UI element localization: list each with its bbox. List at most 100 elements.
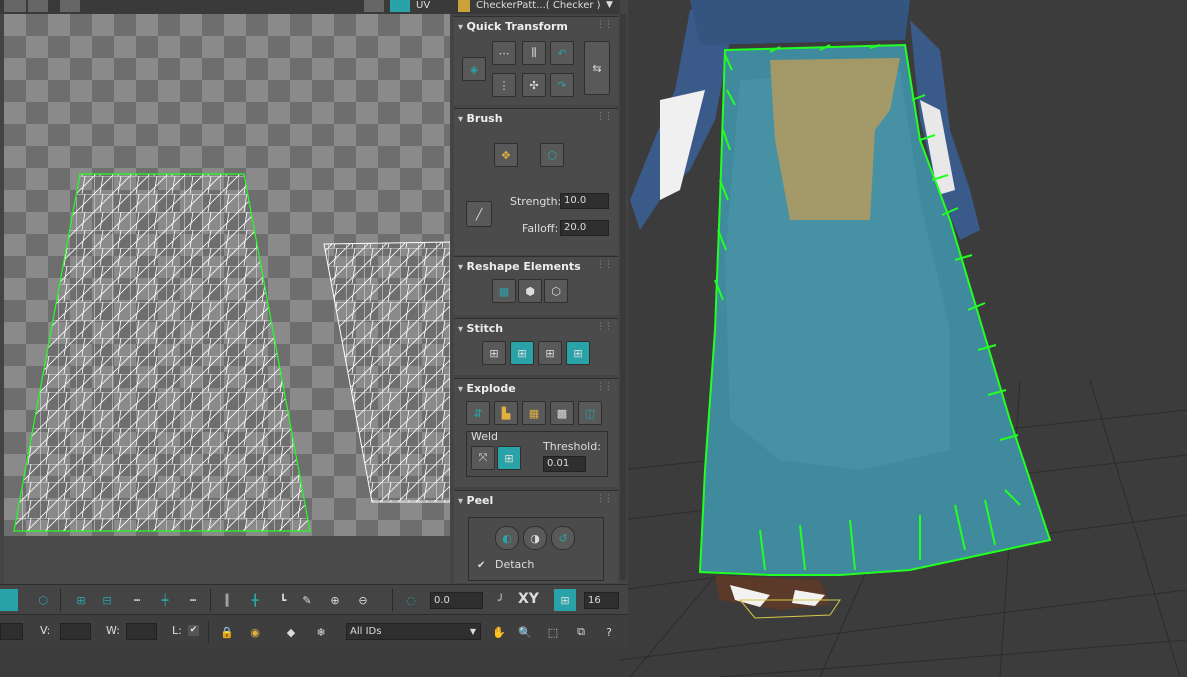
ring-shrink-button[interactable]: ┗	[272, 589, 294, 611]
straighten-icon: ▦	[498, 284, 510, 298]
grid-snap-button[interactable]: ⊞	[554, 589, 576, 611]
element-mode-button[interactable]: ⬡	[32, 589, 54, 611]
explode-by-smoothing-button[interactable]: ▙	[494, 401, 518, 425]
explode-checker-button[interactable]: ▩	[550, 401, 574, 425]
falloff-input[interactable]: 20.0	[560, 220, 609, 236]
distribute-button[interactable]: ✣	[522, 73, 546, 97]
visibility-button[interactable]: ◉	[244, 621, 266, 643]
threshold-input[interactable]: 0.01	[543, 456, 586, 472]
straighten-button[interactable]: ▦	[492, 279, 516, 303]
freeze-button[interactable]: ❄	[310, 621, 332, 643]
ring-icon: ║	[223, 593, 231, 607]
lock-checkbox[interactable]: ✔	[188, 625, 199, 636]
stitch-title[interactable]: Stitch	[458, 322, 504, 335]
zoom-extents-icon: ⧉	[577, 625, 585, 638]
reset-peel-button[interactable]: ↺	[551, 526, 575, 550]
strength-input[interactable]: 10.0	[560, 193, 609, 209]
peel-icon: ◐	[502, 531, 512, 545]
stitch-icon: ⊞	[545, 346, 555, 360]
texture-icon	[458, 0, 470, 12]
ids-dropdown[interactable]: All IDs ▼	[346, 623, 481, 640]
snap-value-input[interactable]: 16	[584, 592, 619, 609]
ring-shrink-icon: ┗	[279, 593, 287, 607]
paint-grow-button[interactable]: ⊕	[324, 589, 346, 611]
uv-canvas[interactable]	[4, 14, 450, 536]
angle-input[interactable]: 0.0	[430, 592, 483, 609]
xy-label[interactable]: XY	[518, 591, 539, 607]
help-button[interactable]: ?	[598, 621, 620, 643]
stitch-average-button[interactable]: ⊞	[538, 341, 562, 365]
spacing-icon: ⋮	[498, 78, 510, 92]
select-grow-button[interactable]: ⊞	[70, 589, 92, 611]
hide-button[interactable]: ◆	[280, 621, 302, 643]
paint-shrink-button[interactable]: ⊖	[352, 589, 374, 611]
uv-top-toolbar: UV	[0, 0, 456, 14]
break-button[interactable]: ⇵	[466, 401, 490, 425]
align-vertical-button[interactable]: ⫼	[522, 41, 546, 65]
relax-button[interactable]: ⬢	[518, 279, 542, 303]
brush-title[interactable]: Brush	[458, 112, 503, 125]
ring-button[interactable]: ║	[216, 589, 238, 611]
texture-dropdown[interactable]: CheckerPatt...( Checker ) ▼	[456, 0, 620, 14]
uv-tool-icon[interactable]	[4, 0, 26, 12]
uv-status-toolbar: V: W: L: ✔ 🔒 ◉ ◆ ❄ All IDs ▼ ✋ 🔍 ⬚ ⧉ ?	[0, 614, 628, 649]
explode-by-material-button[interactable]: ▦	[522, 401, 546, 425]
quick-transform-title[interactable]: Quick Transform	[458, 20, 568, 33]
align-center-button[interactable]: ◈	[462, 57, 486, 81]
pan-button[interactable]: ✋	[488, 621, 510, 643]
u-input[interactable]	[0, 623, 23, 640]
reshape-elements-title[interactable]: Reshape Elements	[458, 260, 581, 273]
loop-shrink-button[interactable]: ┅	[182, 589, 204, 611]
ring-grow-button[interactable]: ╋	[244, 589, 266, 611]
stitch-to-target-button[interactable]: ⊞	[510, 341, 534, 365]
vertex-mode-button[interactable]	[0, 589, 18, 611]
uv-label: UV	[416, 0, 431, 11]
falloff-label: Falloff:	[522, 222, 559, 235]
v-input[interactable]	[60, 623, 91, 640]
zoom-button[interactable]: 🔍	[514, 621, 536, 643]
stitch-to-source-button[interactable]: ⊞	[566, 341, 590, 365]
loop-button[interactable]: ┅	[126, 589, 148, 611]
weld-group: Weld ⤧ ⊞ Threshold: 0.01	[466, 430, 608, 477]
3d-viewport[interactable]	[620, 0, 1187, 677]
quick-transform-rollout: Quick Transform ⋮⋮ ◈ ⋯ ⫼ ↶ ⋮ ✣ ↷ ⇆	[454, 16, 618, 105]
uv-tool-icon[interactable]	[60, 0, 80, 12]
cube-icon: ⬡	[38, 593, 48, 607]
rotate-cw-button[interactable]: ↷	[550, 73, 574, 97]
flip-button[interactable]: ⇆	[584, 41, 610, 95]
w-input[interactable]	[126, 623, 157, 640]
quick-peel-button[interactable]: ◐	[495, 526, 519, 550]
falloff-type-button[interactable]: ╯	[490, 589, 512, 611]
weld-selected-button[interactable]: ⤧	[471, 446, 495, 470]
explode-title[interactable]: Explode	[458, 382, 516, 395]
lock-icon: 🔒	[220, 625, 234, 639]
paint-select-button[interactable]: ✎	[296, 589, 318, 611]
distribute-icon: ✣	[529, 78, 539, 92]
uv-tool-icon[interactable]	[364, 0, 384, 12]
stitch-custom-button[interactable]: ⊞	[482, 341, 506, 365]
flip-icon: ⇆	[592, 61, 602, 75]
soft-select-button[interactable]: ◌	[400, 589, 422, 611]
zoom-extents-button[interactable]: ⧉	[570, 621, 592, 643]
rotate-ccw-button[interactable]: ↶	[550, 41, 574, 65]
zoom-region-button[interactable]: ⬚	[542, 621, 564, 643]
weld-target-button[interactable]: ⊞	[497, 446, 521, 470]
flatten-button[interactable]: ◫	[578, 401, 602, 425]
spacing-button[interactable]: ⋮	[492, 73, 516, 97]
relax-brush-button[interactable]: ⬡	[540, 143, 564, 167]
uv-tool-icon[interactable]	[28, 0, 48, 12]
panel-scrollbar[interactable]	[620, 14, 626, 580]
select-shrink-button[interactable]: ⊟	[96, 589, 118, 611]
peel-mode-button[interactable]: ◑	[523, 526, 547, 550]
threshold-label: Threshold:	[543, 440, 601, 453]
align-horizontal-button[interactable]: ⋯	[492, 41, 516, 65]
checker-toggle-icon[interactable]	[390, 0, 410, 12]
peel-title[interactable]: Peel	[458, 494, 494, 507]
detach-checkbox[interactable]: ✔	[477, 560, 487, 571]
lock-button[interactable]: 🔒	[216, 621, 238, 643]
loop-grow-button[interactable]: ┿	[154, 589, 176, 611]
uv-island-right	[323, 241, 450, 503]
falloff-curve-button[interactable]: ╱	[466, 201, 492, 227]
paint-move-button[interactable]: ✥	[494, 143, 518, 167]
relax-cube-button[interactable]: ⬡	[544, 279, 568, 303]
